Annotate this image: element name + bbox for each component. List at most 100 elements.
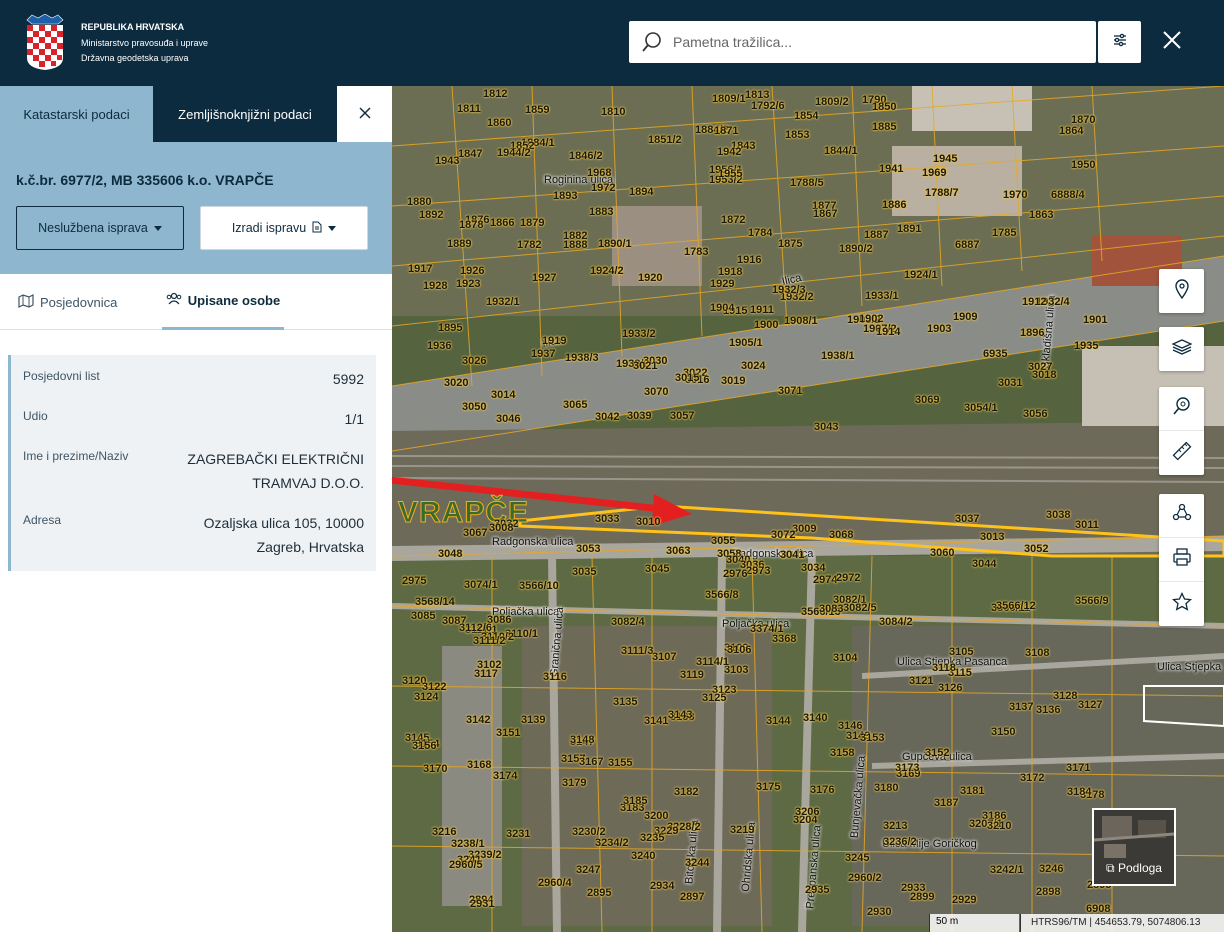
parcel-number-label: 1893 <box>553 190 578 202</box>
parcel-number-label: 3035 <box>572 566 597 578</box>
parcel-number-label: 3148 <box>570 734 595 746</box>
parcel-number-label: 2931 <box>470 898 495 910</box>
parcel-number-label: 3185 <box>623 795 648 807</box>
detail-subtabs: Posjedovnica Upisane osobe <box>0 274 392 330</box>
parcel-number-label: 1888 <box>563 239 588 251</box>
ruler-icon <box>1172 441 1192 466</box>
measure-button[interactable] <box>1159 431 1204 475</box>
parcel-number-label: 1933/1 <box>865 290 899 302</box>
tab-land-registry-data[interactable]: Zemljišnoknjižni podaci <box>153 86 337 142</box>
parcel-number-label: 3368 <box>772 633 797 645</box>
parcel-number-label: 1945 <box>933 153 958 165</box>
croatian-coat-of-arms-logo[interactable] <box>25 13 65 70</box>
unofficial-document-dropdown[interactable]: Neslužbena isprava <box>16 206 184 250</box>
parcel-number-label: 3127 <box>1078 699 1103 711</box>
search-input[interactable] <box>673 21 1083 63</box>
parcel-number-label: 3107 <box>652 651 677 663</box>
favorite-button[interactable] <box>1159 582 1204 626</box>
print-button[interactable] <box>1159 538 1204 582</box>
parcel-number-label: 3158 <box>830 747 855 759</box>
parcel-number-label: 1878 <box>459 219 484 231</box>
parcel-number-label: 1851/2 <box>648 134 682 146</box>
parcel-number-label: 1896 <box>1020 327 1045 339</box>
map-toolbar-measure <box>1159 387 1204 475</box>
close-icon <box>358 106 372 123</box>
parcel-number-label: 3045 <box>645 563 670 575</box>
parcel-number-label: 1812 <box>483 88 508 100</box>
parcel-number-label: 3246 <box>1039 863 1064 875</box>
country-name: REPUBLIKA HRVATSKA <box>81 22 185 32</box>
parcel-number-label: 1879 <box>520 217 545 229</box>
address-label: Adresa <box>23 513 62 527</box>
scale-bar: 50 m <box>929 914 1019 932</box>
name-value-line2: TRAMVAJ D.O.O. <box>252 475 364 491</box>
cadastral-map[interactable]: VRAPČE Roginina ulica Ilica Ilica Radgon… <box>392 86 1224 932</box>
parcel-number-label: 1782 <box>517 239 542 251</box>
parcel-number-label: 2929 <box>952 894 977 906</box>
share-icon <box>1172 503 1192 528</box>
search-filter-button[interactable] <box>1098 21 1141 63</box>
map-toolbar-mid <box>1159 327 1204 371</box>
parcel-number-label: 3143 <box>668 709 693 721</box>
parcel-number-label: 3184 <box>1067 786 1092 798</box>
parcel-number-label: 3175 <box>756 781 781 793</box>
tab-cadastral-data[interactable]: Katastarski podaci <box>0 86 153 142</box>
parcel-number-label: 3128 <box>1053 690 1078 702</box>
parcel-number-label: 1867 <box>813 208 838 220</box>
address-value-line2: Zagreb, Hrvatska <box>256 539 364 555</box>
parcel-number-label: 1864 <box>1059 125 1084 137</box>
parcel-number-label: 3139 <box>521 714 546 726</box>
locate-button[interactable] <box>1159 269 1204 313</box>
parcel-number-label: 1872 <box>721 214 746 226</box>
users-icon <box>166 292 182 309</box>
parcel-number-label: 3048 <box>438 548 463 560</box>
tab-registered-persons[interactable]: Upisane osobe <box>162 274 284 330</box>
parcel-number-label: 1933/2 <box>622 328 656 340</box>
parcel-number-label: 1943 <box>435 155 460 167</box>
create-document-dropdown[interactable]: Izradi ispravu <box>200 206 368 250</box>
layers-button[interactable] <box>1159 327 1204 371</box>
map-toolbar-bottom <box>1159 494 1204 626</box>
parcel-number-label: 1927 <box>532 272 557 284</box>
parcel-title: k.č.br. 6977/2, MB 335606 k.o. VRAPČE <box>16 172 274 188</box>
share-button[interactable] <box>1159 494 1204 538</box>
parcel-number-label: 3065 <box>563 399 588 411</box>
possession-value: 5992 <box>332 371 364 387</box>
chevron-down-icon <box>328 225 337 231</box>
parcel-number-label: 1784 <box>748 227 773 239</box>
parcel-number-label: 2975 <box>402 575 427 587</box>
parcel-number-label: 3116 <box>543 671 567 683</box>
parcel-number-label: 1859 <box>525 104 550 116</box>
parcel-number-label: 1866 <box>490 217 515 229</box>
parcel-number-label: 3135 <box>613 696 638 708</box>
tab-possession[interactable]: Posjedovnica <box>18 274 117 330</box>
parcel-number-label: 3106 <box>727 644 752 656</box>
parcel-number-label: 2976 <box>723 568 748 580</box>
name-label: Ime i prezime/Naziv <box>23 449 129 463</box>
search-icon <box>641 31 663 53</box>
parcel-number-label: 3013 <box>980 531 1005 543</box>
parcel-number-label: 3219 <box>730 824 755 836</box>
parcel-number-label: 1909 <box>953 311 978 323</box>
parcel-number-label: 3008 <box>489 522 514 534</box>
close-button[interactable] <box>1158 28 1186 56</box>
parcel-number-label: 3179 <box>562 777 587 789</box>
parcel-number-label: 3074/1 <box>464 579 498 591</box>
parcel-number-label: 1932/3 <box>772 284 806 296</box>
zoom-search-button[interactable] <box>1159 387 1204 431</box>
parcel-number-label: 3067 <box>463 527 488 539</box>
parcel-number-label: 3242/1 <box>990 864 1024 876</box>
street-label: Radgonska ulica <box>492 536 574 548</box>
parcel-number-label: 1871 <box>714 125 739 137</box>
parcel-number-label: 3121 <box>909 675 934 687</box>
parcel-number-label: 1926 <box>460 265 485 277</box>
parcel-number-label: 1928 <box>423 280 448 292</box>
close-panel-button[interactable] <box>337 86 392 142</box>
parcel-number-label: 1891 <box>897 223 922 235</box>
parcel-number-label: 3069 <box>915 394 940 406</box>
parcel-number-label: 2935 <box>805 884 830 896</box>
parcel-number-label: 1944/2 <box>497 147 531 159</box>
parcel-number-label: 2895 <box>587 887 612 899</box>
basemap-switcher[interactable]: ⧉ Podloga <box>1092 808 1176 886</box>
address-value: Ozaljska ulica 105, 10000 Zagreb, Hrvatsk… <box>204 511 364 559</box>
